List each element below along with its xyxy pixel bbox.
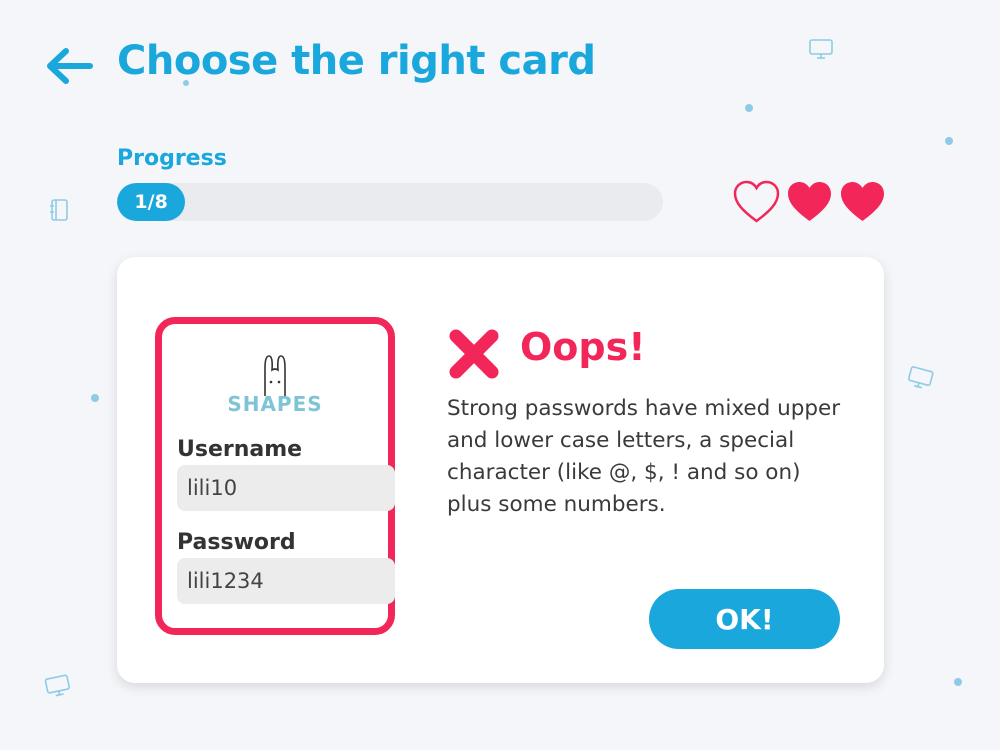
decorative-dot <box>945 137 953 145</box>
progress-bar: 1/8 <box>117 183 663 221</box>
page-title: Choose the right card <box>117 38 596 84</box>
decorative-dot <box>954 678 962 686</box>
monitor-icon <box>809 39 833 59</box>
username-label: Username <box>177 437 303 462</box>
monitor-icon <box>44 674 71 697</box>
feedback-title: Oops! <box>520 325 646 369</box>
monitor-icon <box>907 366 934 389</box>
book-icon <box>50 199 68 221</box>
password-label: Password <box>177 530 296 555</box>
bunny-logo-icon <box>264 355 286 396</box>
heart-full-icon <box>788 182 831 221</box>
heart-empty-icon <box>733 180 780 223</box>
logo-text: SHAPES <box>227 392 323 416</box>
heart-full-icon <box>841 182 884 221</box>
feedback-message: Strong passwords have mixed upper and lo… <box>447 396 841 517</box>
x-mark-icon <box>449 329 499 379</box>
progress-fill: 1/8 <box>117 183 186 221</box>
lives-indicator <box>733 180 886 224</box>
decorative-dot <box>91 394 99 402</box>
shapes-logo: SHAPES <box>162 354 388 416</box>
decorative-dot <box>745 104 753 112</box>
progress-label: Progress <box>117 146 227 171</box>
back-arrow-icon[interactable] <box>44 46 94 86</box>
login-card-option[interactable]: SHAPES Username lili10 Password lili1234 <box>155 317 395 635</box>
username-field: lili10 <box>177 465 395 511</box>
password-field: lili1234 <box>177 558 395 604</box>
progress-text: 1/8 <box>134 191 168 213</box>
ok-button[interactable]: OK! <box>649 589 840 649</box>
question-card: SHAPES Username lili10 Password lili1234… <box>117 257 884 683</box>
